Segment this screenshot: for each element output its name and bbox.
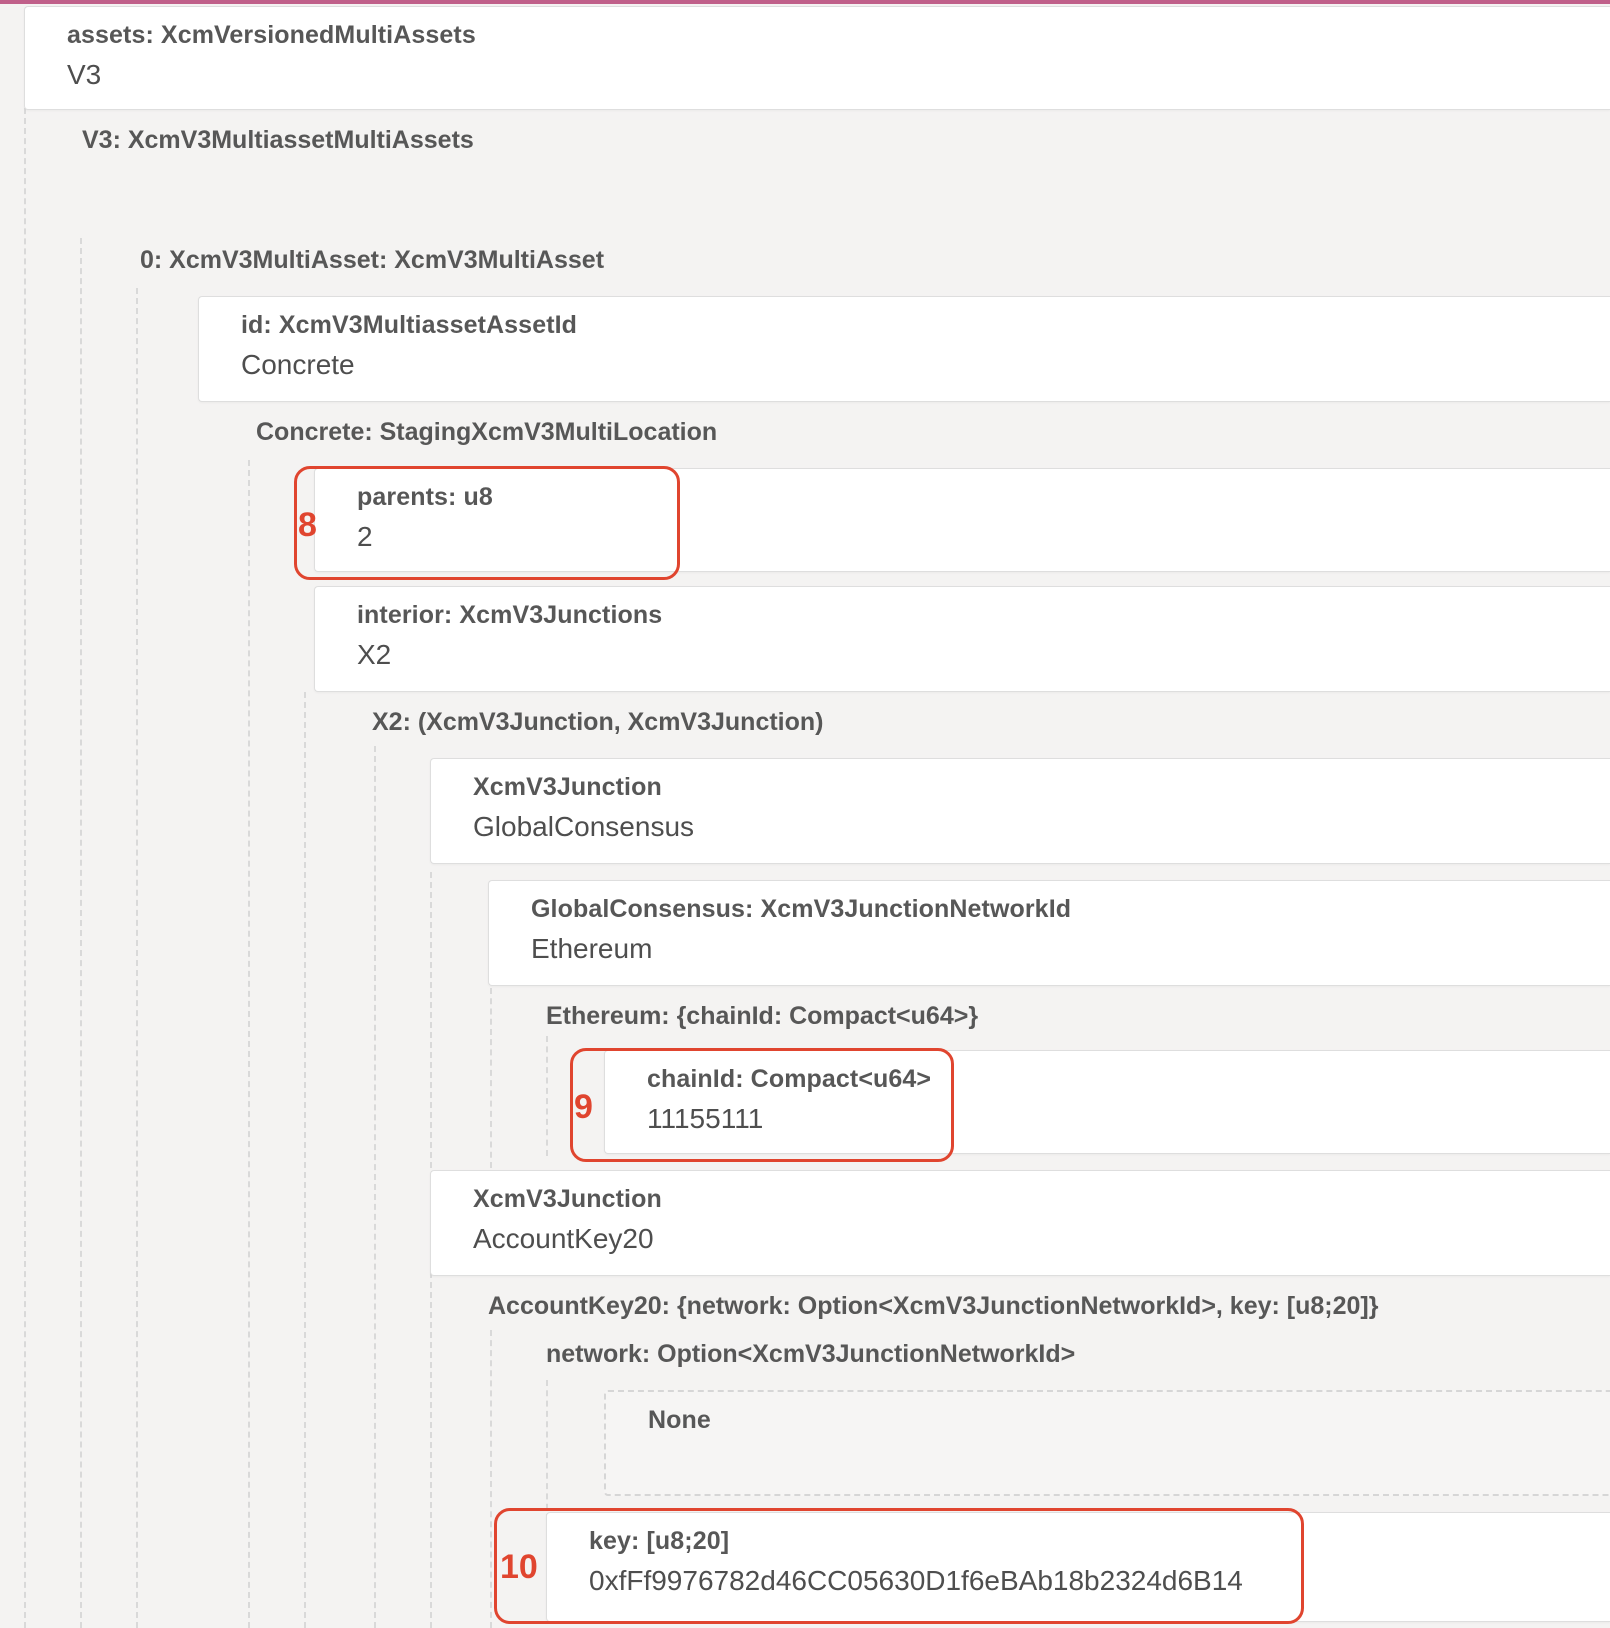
top-accent-bar	[0, 0, 1610, 4]
tree-guide-line	[430, 872, 432, 1168]
tree-guide-line	[490, 988, 492, 1168]
field-value: V3	[67, 59, 102, 90]
annotation-number-9: 9	[574, 1088, 593, 1126]
field-label: key: [u8;20]	[589, 1527, 730, 1555]
section-heading-multiasset: 0: XcmV3MultiAsset: XcmV3MultiAsset	[140, 246, 605, 274]
network-none-field[interactable]: None	[604, 1390, 1610, 1496]
tree-guide-line	[304, 692, 306, 1628]
section-heading-network: network: Option<XcmV3JunctionNetworkId>	[546, 1340, 1076, 1368]
field-value: Ethereum	[531, 933, 653, 964]
annotation-number-10: 10	[500, 1548, 538, 1586]
parents-field[interactable]: parents: u8 2	[314, 468, 1610, 572]
junction-field[interactable]: XcmV3Junction GlobalConsensus	[430, 758, 1610, 864]
field-label: XcmV3Junction	[473, 773, 662, 801]
tree-guide-line	[248, 460, 250, 1628]
junction-field[interactable]: XcmV3Junction AccountKey20	[430, 1170, 1610, 1276]
section-heading-ethereum: Ethereum: {chainId: Compact<u64>}	[546, 1002, 979, 1030]
tree-guide-line	[546, 1380, 548, 1520]
field-label: interior: XcmV3Junctions	[357, 601, 663, 629]
assets-field[interactable]: assets: XcmVersionedMultiAssets V3	[24, 6, 1610, 110]
field-label: id: XcmV3MultiassetAssetId	[241, 311, 578, 339]
global-consensus-field[interactable]: GlobalConsensus: XcmV3JunctionNetworkId …	[488, 880, 1610, 986]
field-value: 11155111	[647, 1103, 764, 1134]
section-heading-concrete: Concrete: StagingXcmV3MultiLocation	[256, 418, 718, 446]
field-label: chainId: Compact<u64>	[647, 1065, 932, 1093]
field-value: 2	[357, 521, 373, 552]
section-heading-v3: V3: XcmV3MultiassetMultiAssets	[82, 126, 474, 154]
interior-field[interactable]: interior: XcmV3Junctions X2	[314, 586, 1610, 692]
field-label: parents: u8	[357, 483, 493, 511]
annotation-number-8: 8	[298, 506, 317, 544]
field-label: assets: XcmVersionedMultiAssets	[67, 21, 476, 49]
tree-guide-line	[374, 746, 376, 1628]
field-label: GlobalConsensus: XcmV3JunctionNetworkId	[531, 895, 1072, 923]
key-field[interactable]: key: [u8;20] 0xfFf9976782d46CC05630D1f6e…	[546, 1512, 1610, 1622]
tree-guide-line	[546, 1036, 548, 1156]
field-value: AccountKey20	[473, 1223, 654, 1254]
tree-guide-line	[490, 1330, 492, 1628]
field-value: Concrete	[241, 349, 355, 380]
field-value: X2	[357, 639, 392, 670]
section-heading-x2: X2: (XcmV3Junction, XcmV3Junction)	[372, 708, 824, 736]
field-label: None	[648, 1406, 711, 1434]
tree-guide-line	[80, 238, 82, 1628]
tree-guide-line	[136, 288, 138, 1628]
field-value: 0xfFf9976782d46CC05630D1f6eBAb18b2324d6B…	[589, 1565, 1243, 1596]
tree-guide-line	[430, 1272, 432, 1628]
chainid-field[interactable]: chainId: Compact<u64> 11155111	[604, 1050, 1610, 1154]
section-heading-accountkey20: AccountKey20: {network: Option<XcmV3Junc…	[488, 1292, 1379, 1320]
field-value: GlobalConsensus	[473, 811, 695, 842]
id-field[interactable]: id: XcmV3MultiassetAssetId Concrete	[198, 296, 1610, 402]
field-label: XcmV3Junction	[473, 1185, 662, 1213]
tree-guide-line	[24, 108, 26, 1628]
